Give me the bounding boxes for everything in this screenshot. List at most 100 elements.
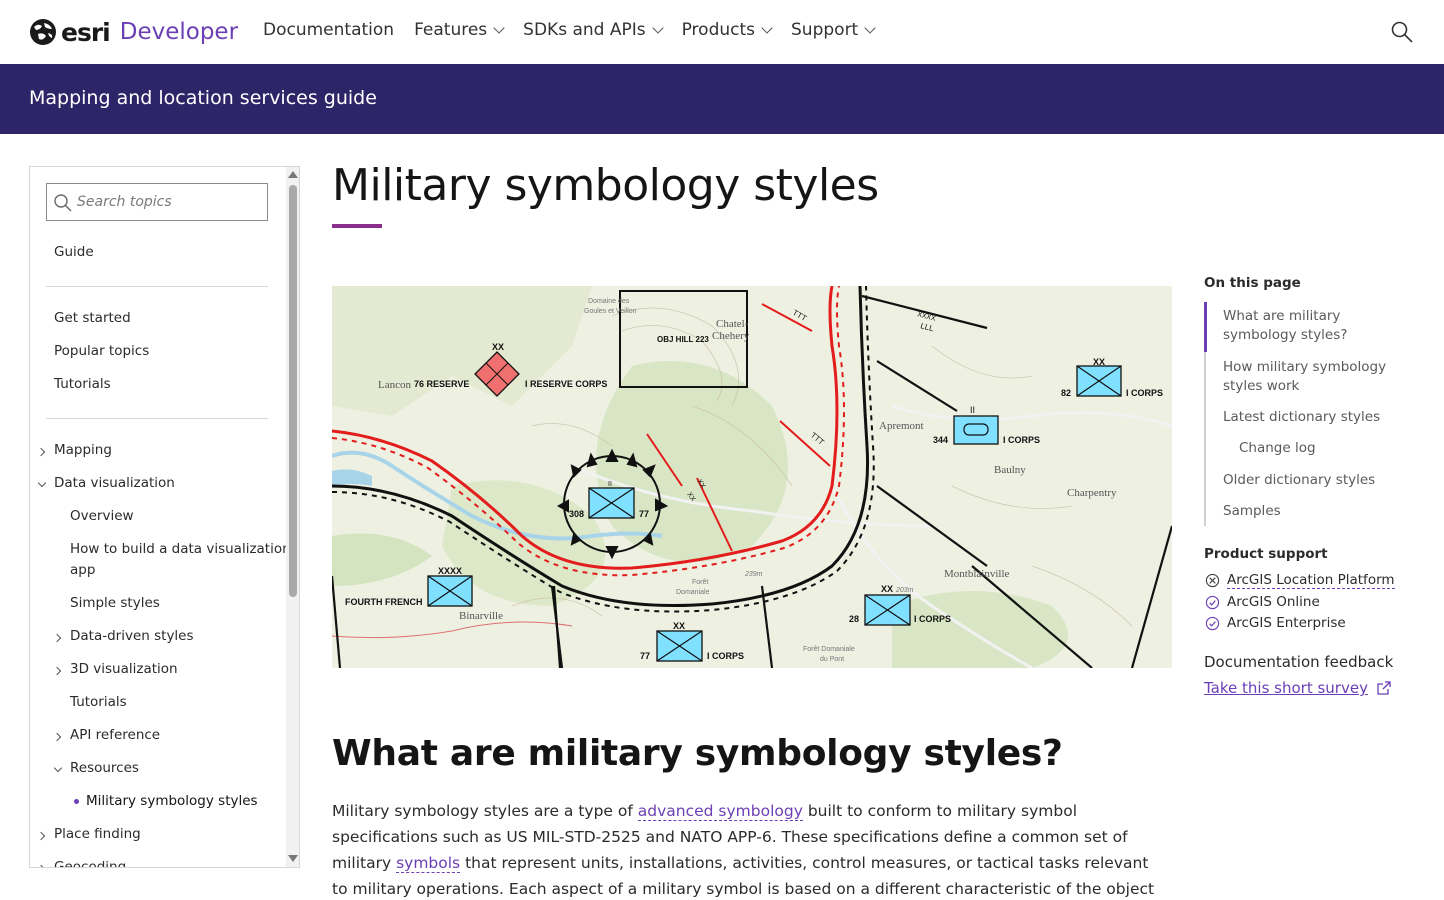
- map-place-label: Chatel-: [716, 318, 749, 330]
- globe-icon: [30, 19, 56, 45]
- chevron-right-icon[interactable]: [36, 447, 46, 457]
- map-label: XX: [673, 621, 685, 631]
- sidebar-scrollbar[interactable]: [286, 167, 299, 867]
- map-label: XX: [881, 584, 893, 594]
- map-label: 344: [933, 435, 948, 445]
- page-title: Military symbology styles: [332, 160, 879, 211]
- sidebar-item-build-data-viz-app-line2[interactable]: app: [70, 562, 95, 578]
- map-place-label: Domaniale: [676, 589, 710, 596]
- toc-how-work[interactable]: How military symbology styles work: [1223, 358, 1393, 396]
- map-label: 76 RESERVE: [414, 379, 469, 389]
- support-label: ArcGIS Enterprise: [1227, 615, 1346, 631]
- map-label: OBJ HILL 223: [657, 335, 709, 344]
- sidebar-item-geocoding[interactable]: Geocoding: [54, 859, 126, 867]
- nav-features[interactable]: Features: [414, 20, 505, 40]
- guide-banner: Mapping and location services guide: [0, 64, 1444, 134]
- nav-label: Support: [791, 20, 859, 40]
- divider: [46, 286, 268, 287]
- toc-active-indicator: [1204, 302, 1207, 352]
- sidebar-item-simple-styles[interactable]: Simple styles: [70, 595, 160, 611]
- divider: [46, 418, 268, 419]
- documentation-feedback-label: Documentation feedback: [1204, 653, 1394, 671]
- title-accent-bar: [332, 224, 382, 228]
- map-place-label: Forêt: [692, 579, 708, 586]
- intro-paragraph: Military symbology styles are a type of …: [332, 798, 1168, 900]
- sidebar-item-mapping[interactable]: Mapping: [54, 442, 112, 458]
- search-icon[interactable]: [1390, 20, 1414, 44]
- map-place-label: Apremont: [879, 420, 924, 432]
- x-circle-icon: [1205, 573, 1220, 588]
- chevron-right-icon[interactable]: [36, 831, 46, 841]
- toc-latest-dictionary[interactable]: Latest dictionary styles: [1223, 408, 1380, 427]
- scroll-up-arrow-icon[interactable]: [288, 171, 298, 178]
- para-text: Military symbology styles are a type of: [332, 802, 638, 820]
- sidebar-navigation: Guide Get started Popular topics Tutoria…: [29, 166, 300, 868]
- scroll-down-arrow-icon[interactable]: [288, 855, 298, 862]
- map-place-label: Montblainville: [944, 568, 1010, 580]
- map-place-label: Binarville: [459, 610, 503, 622]
- logo-esri-text: esri: [61, 17, 111, 47]
- scrollbar-thumb[interactable]: [289, 185, 297, 597]
- map-label: 28: [849, 614, 859, 624]
- esri-developer-logo[interactable]: esri Developer: [28, 17, 238, 47]
- sidebar-item-place-finding[interactable]: Place finding: [54, 826, 141, 842]
- map-place-label: 239m: [744, 571, 763, 578]
- toc-what-are[interactable]: What are military symbology styles?: [1223, 307, 1373, 345]
- nav-support[interactable]: Support: [791, 20, 876, 40]
- banner-title[interactable]: Mapping and location services guide: [29, 87, 377, 109]
- map-label: I RESERVE CORPS: [525, 379, 607, 389]
- chevron-down-icon[interactable]: [37, 478, 47, 488]
- symbols-link[interactable]: symbols: [396, 854, 461, 873]
- sidebar-item-military-symbology-styles[interactable]: Military symbology styles: [86, 793, 258, 809]
- sidebar-item-resources[interactable]: Resources: [70, 760, 139, 776]
- map-graphic: XX 76 RESERVE I RESERVE CORPS OBJ HILL 2…: [332, 286, 1172, 668]
- chevron-right-icon[interactable]: [36, 864, 46, 867]
- advanced-symbology-link[interactable]: advanced symbology: [637, 802, 803, 821]
- nav-products[interactable]: Products: [682, 20, 773, 40]
- external-link-icon: [1377, 681, 1391, 695]
- survey-link[interactable]: Take this short survey: [1204, 679, 1392, 697]
- map-place-label: Goules et Veillon: [584, 308, 637, 315]
- map-label: 82: [1061, 388, 1071, 398]
- chevron-right-icon[interactable]: [52, 666, 62, 676]
- support-arcgis-online: ArcGIS Online: [1205, 594, 1320, 610]
- nav-label: SDKs and APIs: [523, 20, 646, 40]
- chevron-down-icon: [493, 22, 505, 34]
- sidebar-item-3d-visualization[interactable]: 3D visualization: [70, 661, 178, 677]
- nav-label: Features: [414, 20, 488, 40]
- sidebar-item-tutorials[interactable]: Tutorials: [54, 376, 111, 392]
- sidebar-item-get-started[interactable]: Get started: [54, 310, 131, 326]
- toc-older-dictionary[interactable]: Older dictionary styles: [1223, 471, 1375, 490]
- toc-samples[interactable]: Samples: [1223, 502, 1281, 521]
- sidebar-item-popular-topics[interactable]: Popular topics: [54, 343, 149, 359]
- toc-change-log[interactable]: Change log: [1239, 439, 1316, 458]
- map-place-label: Forêt Domaniale: [803, 646, 855, 653]
- search-topics-box: [46, 183, 268, 221]
- sidebar-item-api-reference[interactable]: API reference: [70, 727, 160, 743]
- sidebar-item-data-driven-styles[interactable]: Data-driven styles: [70, 628, 194, 644]
- map-place-label: Chehery: [712, 330, 750, 342]
- search-icon: [54, 194, 72, 212]
- nav-documentation[interactable]: Documentation: [263, 20, 394, 40]
- search-topics-input[interactable]: [77, 190, 263, 214]
- chevron-right-icon[interactable]: [52, 633, 62, 643]
- sidebar-item-dv-tutorials[interactable]: Tutorials: [70, 694, 127, 710]
- chevron-down-icon: [651, 22, 664, 34]
- on-this-page-heading: On this page: [1204, 275, 1301, 291]
- military-symbology-map-image: XX 76 RESERVE I RESERVE CORPS OBJ HILL 2…: [332, 286, 1172, 668]
- check-circle-icon: [1205, 595, 1220, 609]
- survey-link-label: Take this short survey: [1204, 679, 1368, 697]
- logo-developer-text: Developer: [119, 19, 239, 45]
- chevron-down-icon[interactable]: [53, 763, 63, 773]
- map-label: II: [970, 405, 975, 415]
- support-arcgis-location-platform[interactable]: ArcGIS Location Platform: [1205, 572, 1395, 589]
- sidebar-item-build-data-viz-app[interactable]: How to build a data visualization: [70, 541, 291, 557]
- nav-sdks-and-apis[interactable]: SDKs and APIs: [523, 20, 664, 40]
- sidebar-item-data-visualization[interactable]: Data visualization: [54, 475, 175, 491]
- map-label: I CORPS: [1003, 435, 1040, 445]
- sidebar-item-overview[interactable]: Overview: [70, 508, 134, 524]
- chevron-down-icon: [864, 22, 876, 34]
- product-support-heading: Product support: [1204, 546, 1328, 562]
- chevron-right-icon[interactable]: [52, 732, 62, 742]
- sidebar-item-guide[interactable]: Guide: [54, 244, 94, 260]
